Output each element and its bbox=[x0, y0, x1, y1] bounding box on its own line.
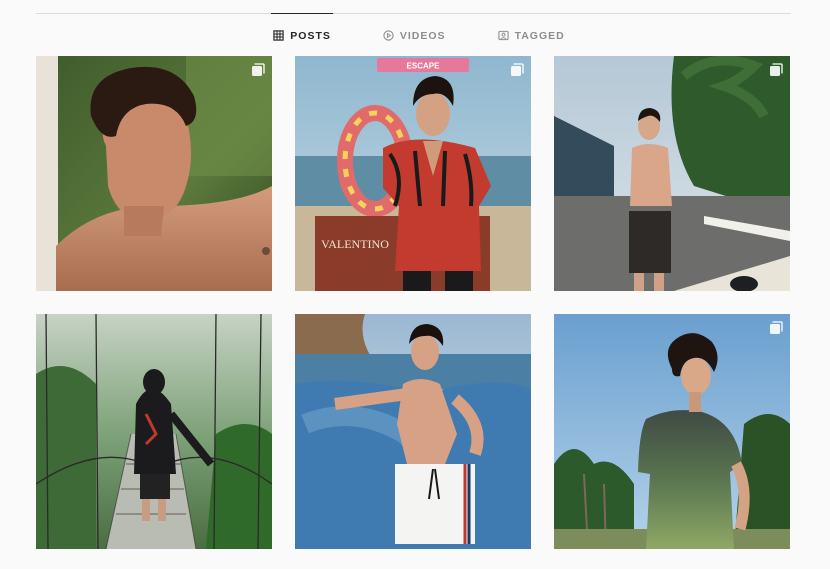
carousel-icon bbox=[510, 63, 524, 77]
tab-tagged-label: TAGGED bbox=[514, 29, 565, 42]
post-image bbox=[36, 56, 272, 291]
carousel-icon bbox=[251, 63, 265, 77]
tag-portrait-icon bbox=[497, 30, 509, 41]
post-tile[interactable] bbox=[36, 56, 272, 291]
tab-posts-label: POSTS bbox=[290, 29, 331, 42]
posts-grid: ESCAPE VALENTINO bbox=[36, 56, 790, 549]
tab-tagged[interactable]: TAGGED bbox=[497, 13, 565, 57]
carousel-icon bbox=[769, 63, 783, 77]
grid-icon bbox=[273, 30, 284, 41]
post-tile[interactable] bbox=[295, 314, 531, 549]
tab-videos-label: VIDEOS bbox=[399, 29, 446, 42]
play-circle-icon bbox=[383, 30, 394, 41]
post-image bbox=[36, 314, 272, 549]
box-text: VALENTINO bbox=[321, 237, 389, 251]
sign-text: ESCAPE bbox=[407, 62, 441, 71]
post-image bbox=[554, 56, 790, 291]
post-image bbox=[554, 314, 790, 549]
post-tile[interactable] bbox=[554, 314, 790, 549]
post-image: ESCAPE VALENTINO bbox=[295, 56, 531, 291]
post-tile[interactable] bbox=[36, 314, 272, 549]
tab-videos[interactable]: VIDEOS bbox=[383, 13, 446, 57]
post-tile[interactable] bbox=[554, 56, 790, 291]
profile-tabs: POSTS VIDEOS TAGGED bbox=[0, 13, 830, 57]
post-tile[interactable]: ESCAPE VALENTINO bbox=[295, 56, 531, 291]
tab-posts[interactable]: POSTS bbox=[271, 13, 333, 57]
post-image bbox=[295, 314, 531, 549]
carousel-icon bbox=[769, 321, 783, 335]
